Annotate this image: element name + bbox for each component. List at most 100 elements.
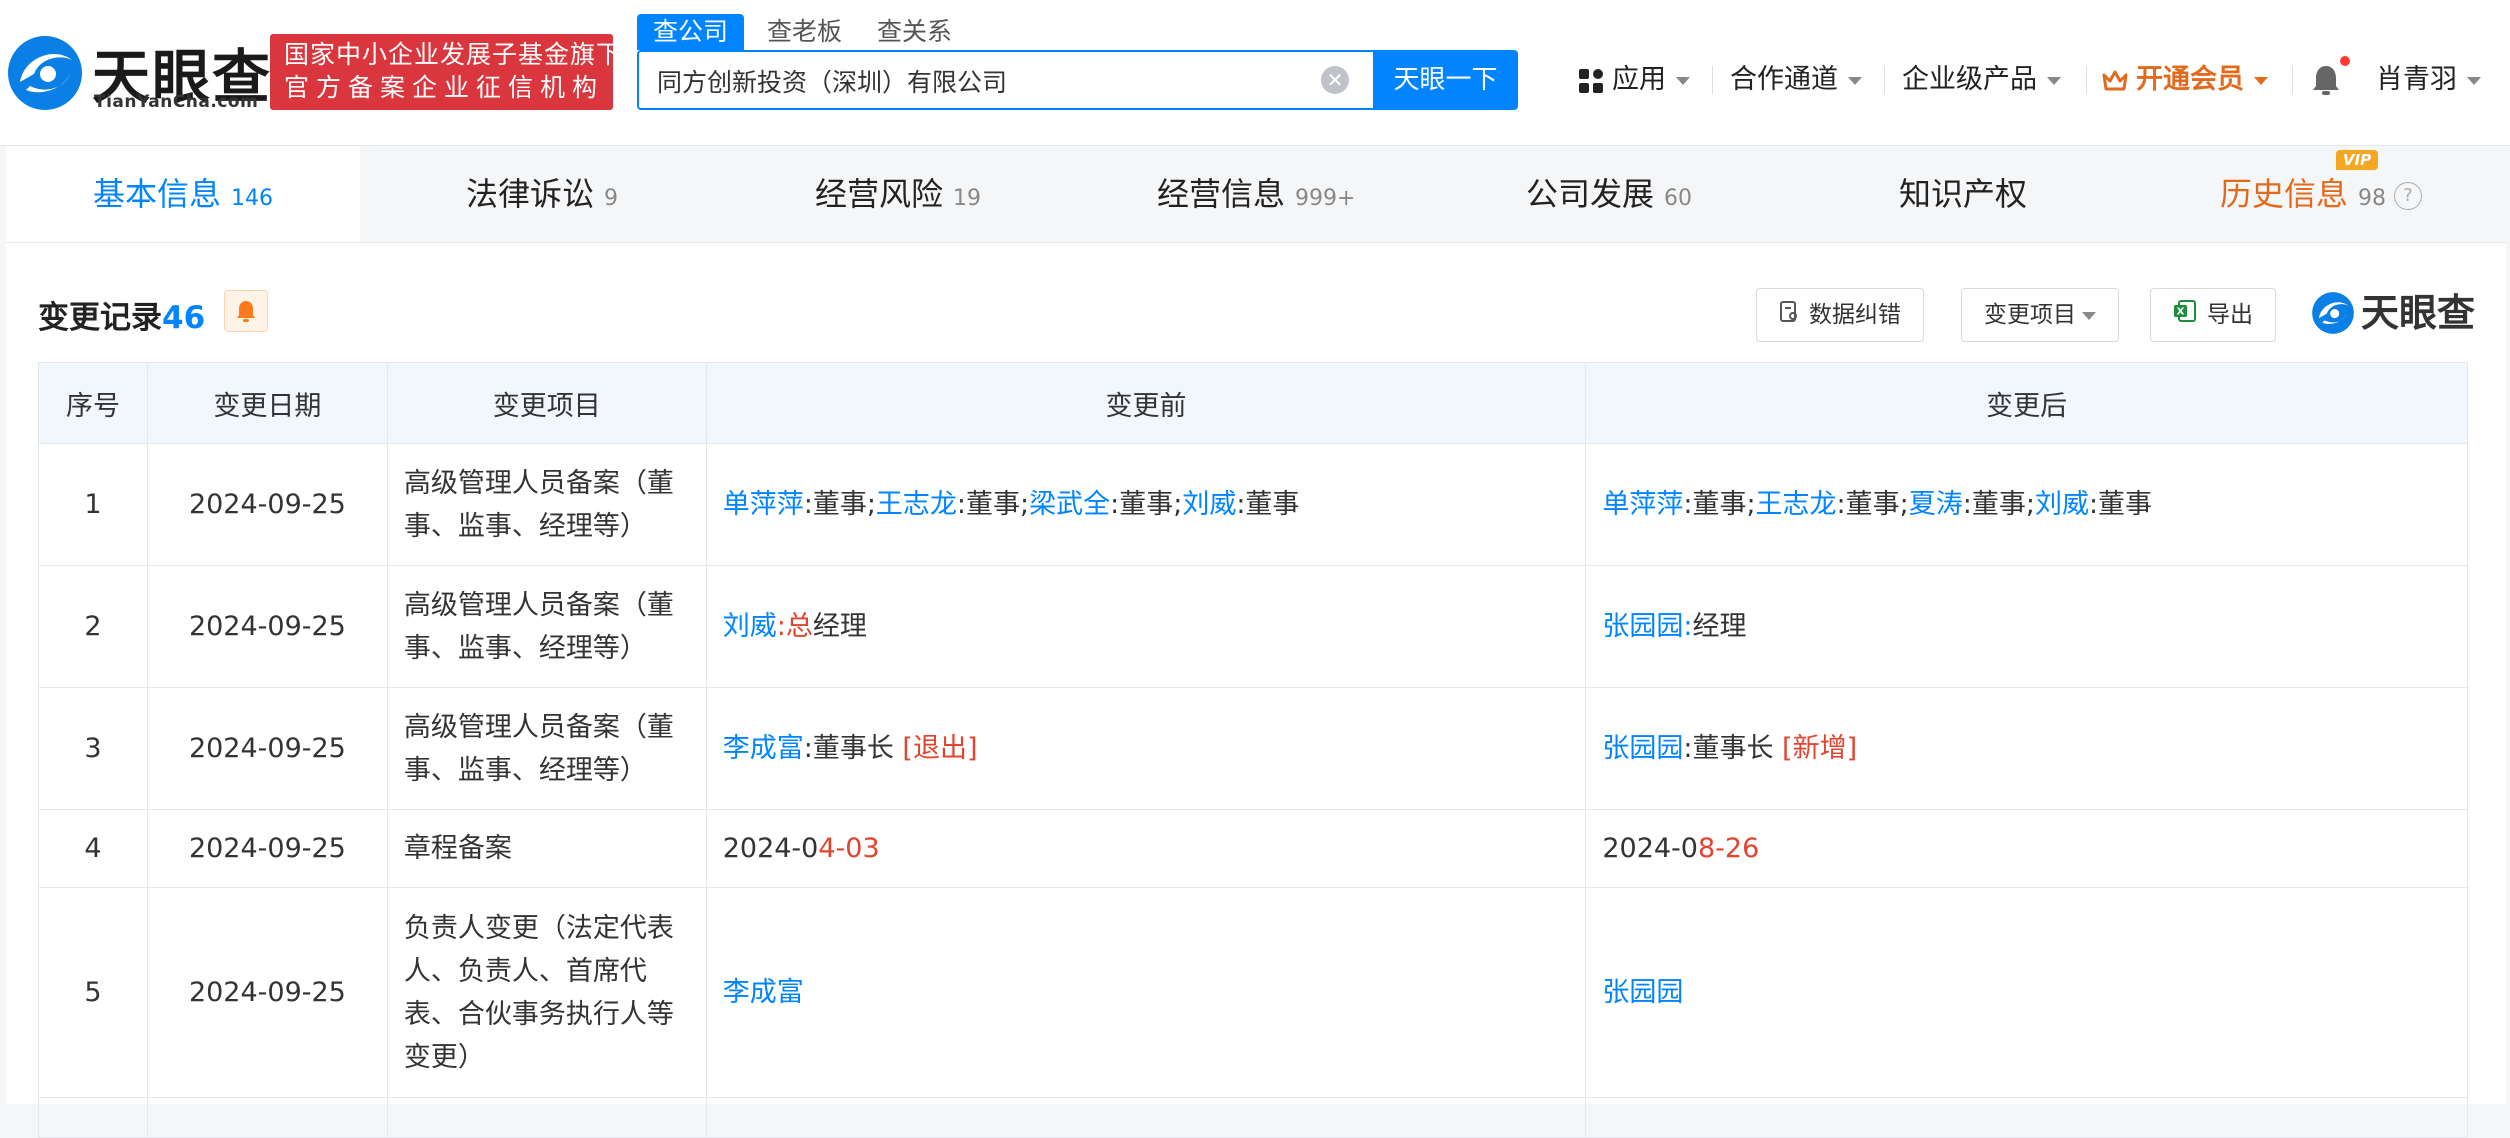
col-header-no: 序号: [38, 362, 148, 444]
bell-icon[interactable]: [2308, 62, 2344, 98]
chevron-down-icon: [2082, 311, 2096, 320]
person-link[interactable]: 李成富: [723, 733, 804, 764]
nav-cooperation[interactable]: 合作通道: [1730, 60, 1862, 100]
nav-enterprise[interactable]: 企业级产品: [1902, 60, 2061, 100]
person-link[interactable]: 梁武全: [1029, 489, 1110, 520]
tab-label: 公司发展: [1526, 175, 1655, 213]
tab-search-relation[interactable]: 查关系: [877, 14, 952, 50]
cell-item: 高级管理人员备案（董事、监事、经理等）: [386, 443, 707, 566]
tab-risk[interactable]: 经营风险 19: [815, 146, 981, 242]
tab-legal[interactable]: 法律诉讼 9: [466, 146, 618, 242]
cell-no: 4: [38, 809, 148, 888]
changed-text: -: [835, 833, 846, 864]
cell-item: 章程备案: [386, 809, 707, 888]
search-input[interactable]: [655, 62, 1299, 100]
changed-text: :总: [776, 611, 813, 642]
svg-text:X: X: [2177, 306, 2185, 317]
section-title: 变更记录46: [38, 292, 205, 337]
role-text: 经理: [812, 611, 867, 642]
person-link[interactable]: 单萍萍: [723, 489, 804, 520]
date-part: 2024-0: [1602, 833, 1698, 864]
person-link[interactable]: 王志龙: [1756, 489, 1837, 520]
role-text: :董事;: [1836, 489, 1909, 520]
changed-text: 8: [1697, 833, 1716, 864]
cell-item: 负责人变更（法定代表人、负责人、首席代表、合伙事务执行人等变更）: [386, 887, 707, 1098]
role-text: :董事: [2088, 489, 2153, 520]
tab-history[interactable]: 历史信息 98?: [2220, 146, 2423, 242]
table-row: 1 2024-09-25 高级管理人员备案（董事、监事、经理等） 单萍萍:董事;…: [38, 443, 2468, 566]
cell-item: 高级管理人员备案（董事、监事、经理等）: [386, 565, 707, 688]
tianyancha-watermark-icon: [2312, 292, 2354, 334]
excel-icon: X: [2173, 290, 2197, 342]
role-text: :董事: [1236, 489, 1300, 520]
cell-before: 刘威:总经理: [705, 565, 1587, 688]
person-link[interactable]: 王志龙: [876, 489, 957, 520]
changed-text: 4: [818, 833, 836, 864]
chevron-down-icon: [2467, 76, 2481, 85]
person-link[interactable]: 夏涛: [1909, 489, 1963, 520]
section-title-text: 变更记录: [38, 300, 162, 336]
chevron-down-icon: [2047, 76, 2061, 85]
tab-count: 999+: [1295, 186, 1356, 211]
tab-ip[interactable]: 知识产权: [1899, 146, 2027, 242]
cell-date: 2024-09-25: [146, 687, 388, 810]
help-icon[interactable]: ?: [2394, 182, 2423, 210]
clear-icon[interactable]: ✕: [1321, 66, 1349, 94]
chevron-down-icon: [1848, 76, 1862, 85]
top-header: 天眼查 TianYanCha.com 国家中小企业发展子基金旗下 官方备案企业征…: [0, 0, 2510, 146]
role-text: :董事;: [803, 489, 876, 520]
nav-divider: [1712, 66, 1713, 94]
official-badge: 国家中小企业发展子基金旗下 官方备案企业征信机构: [270, 34, 623, 110]
changed-text: 03: [845, 833, 880, 864]
vip-tag: VIP: [2336, 150, 2378, 170]
role-text: :董事;: [1110, 489, 1183, 520]
cell-item: 高级管理人员备案（董事、监事、经理等）: [386, 687, 707, 810]
cell-no: 2: [38, 565, 148, 688]
tab-basic-info[interactable]: 基本信息 146: [6, 146, 360, 242]
cell-date: 2024-09-25: [146, 887, 388, 1098]
cell-date: 2024-09-25: [146, 565, 388, 688]
person-link[interactable]: 刘威: [1182, 489, 1236, 520]
crown-icon: [2102, 70, 2128, 90]
person-link[interactable]: 单萍萍: [1602, 489, 1683, 520]
nav-divider: [2292, 66, 2293, 94]
export-button[interactable]: X 导出: [2150, 288, 2276, 342]
cell-before: 2024-04-03: [705, 809, 1587, 888]
tab-label: 历史信息: [2220, 175, 2349, 213]
person-link[interactable]: 李成富: [723, 977, 804, 1008]
person-link[interactable]: 张园园: [1602, 733, 1683, 764]
cell-no: 5: [38, 887, 148, 1098]
data-correction-button[interactable]: 数据纠错: [1756, 288, 1924, 342]
cell-date: 2024-09-25: [146, 443, 388, 566]
person-link[interactable]: 刘威: [723, 611, 777, 642]
subscribe-alert-button[interactable]: [224, 290, 268, 332]
nav-apps-label: 应用: [1612, 64, 1666, 95]
change-item-filter-label: 变更项目: [1984, 302, 2076, 328]
search-button[interactable]: 天眼一下: [1373, 50, 1518, 110]
tab-count: 9: [604, 186, 619, 211]
user-menu[interactable]: 肖青羽: [2376, 60, 2481, 100]
tab-development[interactable]: 公司发展 60: [1526, 146, 1692, 242]
col-header-after: 变更后: [1585, 362, 2468, 444]
person-link[interactable]: 刘威: [2035, 489, 2089, 520]
role-text: :董事;: [1962, 489, 2035, 520]
tab-search-company[interactable]: 查公司: [637, 14, 745, 50]
tab-count: 19: [953, 186, 982, 211]
cell-after: 2024-08-26: [1585, 809, 2468, 888]
tab-label: 法律诉讼: [466, 175, 595, 213]
tab-search-boss[interactable]: 查老板: [767, 14, 842, 50]
cell-no: 1: [38, 443, 148, 566]
tab-count: 60: [1664, 186, 1693, 211]
bell-alert-icon: [237, 301, 255, 322]
nav-apps[interactable]: 应用: [1578, 60, 1690, 100]
apps-grid-icon: [1579, 68, 1603, 93]
badge-line1: 国家中小企业发展子基金旗下: [284, 40, 623, 69]
tab-operation[interactable]: 经营信息 999+: [1157, 146, 1355, 242]
new-tag: [新增]: [1782, 733, 1858, 764]
person-link[interactable]: 张园园: [1602, 977, 1683, 1008]
change-item-filter[interactable]: 变更项目: [1961, 288, 2119, 342]
role-text: :董事长: [1683, 733, 1783, 764]
nav-vip[interactable]: 开通会员: [2102, 60, 2268, 100]
table-row: 4 2024-09-25 章程备案 2024-04-03 2024-08-26: [38, 809, 2468, 888]
person-link[interactable]: 张园园: [1602, 611, 1683, 642]
